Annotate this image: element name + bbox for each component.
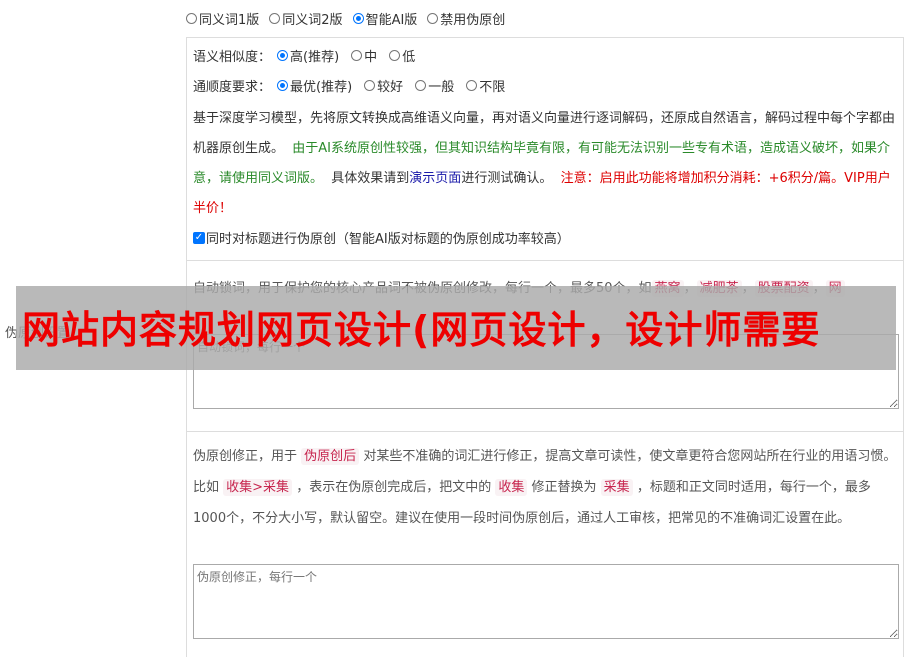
mode-synonym2-radio[interactable]: 同义词2版 [269, 9, 343, 28]
fluency-any-radio[interactable]: 不限 [466, 76, 505, 95]
example-tag: 收集>采集 [223, 479, 293, 496]
ai-description: 基于深度学习模型，先将原文转换成高维语义向量，再对语义向量进行逐词解码，还原成自… [193, 104, 899, 224]
fluency-good-radio[interactable]: 较好 [364, 76, 403, 95]
fluency-label: 通顺度要求： [193, 80, 272, 95]
divider [187, 431, 903, 432]
title-rewrite-checkbox-row[interactable]: ✓ 同时对标题进行伪原创（智能AI版对标题的伪原创成功率较高） [193, 228, 570, 247]
radio-label: 低 [402, 50, 416, 65]
radio-circle[interactable] [427, 13, 439, 24]
mode-synonym1-radio[interactable]: 同义词1版 [186, 9, 259, 28]
similarity-label: 语义相似度： [193, 50, 272, 65]
similarity-high-radio[interactable]: 高(推荐) [277, 46, 339, 65]
similarity-row: 语义相似度： 高(推荐) 中 低 [193, 46, 415, 65]
radio-label: 智能AI版 [365, 13, 418, 28]
radio-circle[interactable] [277, 50, 289, 61]
radio-circle[interactable] [277, 80, 289, 91]
desc-text: 具体效果请到 [331, 171, 410, 186]
correction-textarea[interactable] [193, 564, 899, 639]
example-tag: 收集 [495, 479, 528, 496]
radio-label: 不限 [479, 80, 506, 95]
demo-page-link[interactable]: 演示页面 [409, 171, 461, 186]
radio-circle[interactable] [364, 80, 376, 91]
radio-circle[interactable] [186, 13, 197, 24]
fluency-best-radio[interactable]: 最优(推荐) [277, 76, 352, 95]
similarity-low-radio[interactable]: 低 [389, 46, 415, 65]
radio-circle[interactable] [466, 80, 478, 91]
desc-text: 进行测试确认。 [461, 171, 553, 186]
radio-circle[interactable] [415, 80, 427, 91]
radio-circle[interactable] [269, 13, 281, 24]
example-tag: 采集 [600, 479, 633, 496]
checkbox-checked[interactable]: ✓ [193, 231, 205, 244]
radio-label: 禁用伪原创 [440, 13, 506, 28]
radio-label: 中 [364, 50, 378, 65]
mode-disable-radio[interactable]: 禁用伪原创 [427, 9, 505, 28]
radio-label: 高(推荐) [290, 50, 340, 65]
radio-circle[interactable] [389, 50, 401, 61]
fix-text: 伪原创修正，用于 [193, 449, 298, 464]
example-tag: 伪原创后 [301, 448, 360, 465]
fluency-normal-radio[interactable]: 一般 [415, 76, 454, 95]
radio-label: 较好 [377, 80, 404, 95]
banner-text: 网站内容规划网页设计(网页设计，设计师需要 [22, 308, 821, 352]
radio-label: 一般 [428, 80, 455, 95]
radio-label: 最优(推荐) [290, 80, 353, 95]
similarity-mid-radio[interactable]: 中 [351, 46, 377, 65]
fix-text: ，表示在伪原创完成后，把文中的 [296, 480, 492, 495]
radio-label: 同义词1版 [199, 13, 260, 28]
mode-radio-group: 同义词1版 同义词2版 智能AI版 禁用伪原创 [186, 9, 505, 28]
correction-description: 伪原创修正，用于 伪原创后 对某些不准确的词汇进行修正，提高文章可读性，使文章更… [193, 441, 899, 534]
title-rewrite-label: 同时对标题进行伪原创（智能AI版对标题的伪原创成功率较高） [206, 232, 570, 247]
radio-circle[interactable] [352, 13, 364, 24]
radio-circle[interactable] [351, 50, 363, 61]
divider [187, 260, 903, 261]
overlay-title-banner: 网站内容规划网页设计(网页设计，设计师需要 [16, 286, 896, 370]
mode-ai-radio[interactable]: 智能AI版 [352, 9, 418, 28]
fix-text: 修正替换为 [531, 480, 597, 495]
radio-label: 同义词2版 [282, 13, 343, 28]
fluency-row: 通顺度要求： 最优(推荐) 较好 一般 不限 [193, 76, 505, 95]
